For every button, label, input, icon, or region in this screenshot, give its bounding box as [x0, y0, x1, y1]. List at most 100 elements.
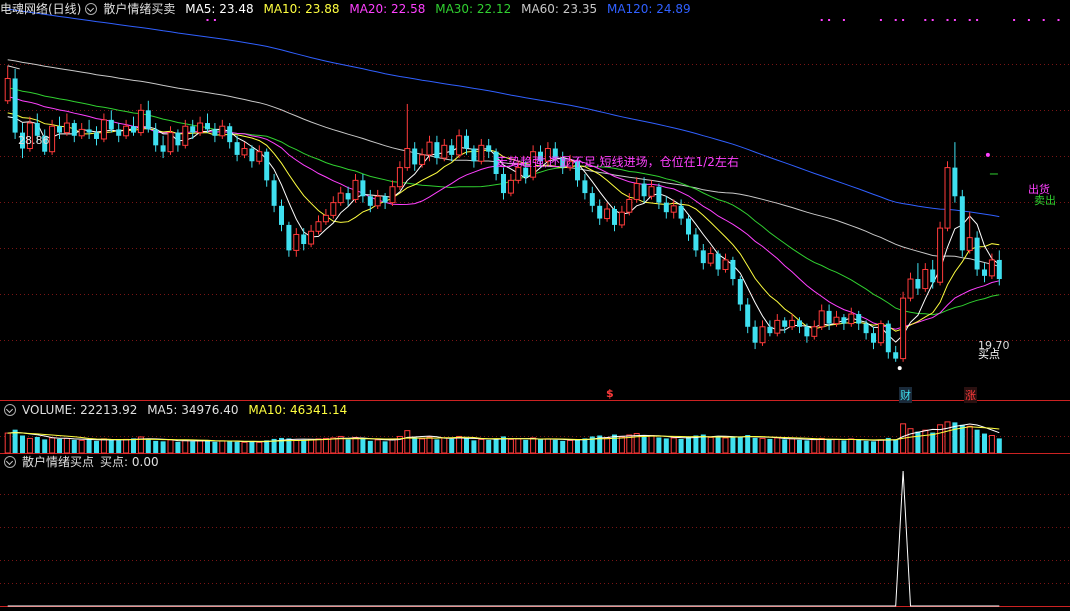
candle-body [915, 279, 921, 289]
candle-body [818, 310, 825, 328]
volume-bar [618, 436, 625, 454]
candle-body [256, 151, 263, 162]
ma120-value: MA120: 24.89 [606, 2, 691, 16]
candle-body [618, 211, 625, 226]
volume-bar [877, 439, 884, 454]
candle-body [730, 259, 736, 280]
volume-bar [707, 436, 714, 454]
stock-title[interactable]: 电魂网络(日线) [0, 2, 81, 16]
candle-body [86, 129, 92, 133]
candle-body [715, 253, 721, 270]
candle-body [656, 186, 662, 203]
candle-body [988, 259, 995, 277]
volume-bar [145, 438, 151, 453]
candle-body [382, 196, 388, 203]
candle-body [293, 233, 300, 251]
signal-dot [1027, 19, 1030, 21]
candle-body [686, 218, 691, 235]
candle-body [100, 119, 107, 140]
signal-title[interactable]: 散户情绪买点 [22, 455, 94, 469]
candle-body [322, 214, 329, 223]
signal-value: 买点: 0.00 [100, 455, 159, 469]
candle-body [700, 250, 706, 264]
candle-body [922, 268, 929, 290]
volume-bar [322, 437, 329, 454]
candle-body [4, 77, 11, 102]
volume-bar [108, 439, 114, 453]
chevron-down-icon[interactable] [4, 455, 16, 468]
candle-body [434, 142, 440, 159]
candle-body [301, 234, 307, 245]
trend-note: 走势趋强,还显不足,短线进场，仓位在1/2左右 [496, 155, 739, 169]
volume-bar [752, 437, 758, 453]
volume-bar [974, 429, 980, 453]
candle-body [826, 310, 832, 324]
volume-bar [730, 436, 736, 453]
candle-body [944, 167, 951, 229]
volume-bar [922, 429, 929, 454]
candle-body [789, 319, 796, 328]
candle-body [693, 234, 699, 251]
volume-bar [507, 438, 514, 454]
candle-body [863, 323, 869, 334]
candle-body [308, 230, 315, 245]
volume-bar [330, 437, 337, 454]
volume-bar [426, 436, 433, 454]
volume-bar [907, 428, 914, 454]
candle-body [337, 192, 344, 204]
volume-bar [100, 438, 107, 454]
volume-bar [301, 439, 307, 453]
volume-ma10: MA10: 46341.14 [248, 403, 348, 417]
volume-bar [34, 436, 40, 453]
volume-bar [219, 440, 226, 454]
volume-bar [759, 437, 766, 454]
volume-bar [315, 438, 322, 454]
candle-body [352, 179, 359, 200]
signal-dot [894, 19, 897, 21]
candle-body [78, 128, 85, 137]
candle-body [582, 180, 588, 194]
candle-body [367, 196, 373, 206]
signal-dot [953, 19, 956, 21]
candle-body [160, 145, 166, 152]
volume-bar [567, 439, 574, 454]
candle-body [670, 205, 677, 213]
candle-body [486, 145, 492, 152]
signal-dot [206, 19, 209, 21]
volume-bar [227, 441, 233, 453]
volume-bar [988, 435, 995, 454]
signal-dot [828, 19, 831, 21]
volume-bar [804, 440, 810, 453]
volume-bar [256, 441, 263, 454]
volume-ma5: MA5: 34976.40 [147, 403, 239, 417]
volume-bar [670, 437, 677, 454]
volume-bar [493, 438, 499, 453]
volume-bar [641, 436, 647, 453]
price-header: 电魂网络(日线) 散户情绪买卖 MA5: 23.48 MA10: 23.88 MA… [0, 0, 697, 18]
candle-body [767, 326, 773, 334]
chevron-down-icon[interactable] [4, 403, 16, 416]
volume-bar [544, 438, 551, 454]
candle-body [374, 195, 381, 207]
signal-dot [902, 19, 905, 21]
candle-body [441, 144, 448, 159]
ma10-value: MA10: 23.88 [263, 2, 340, 16]
candle-body [116, 129, 122, 136]
indicator-name[interactable]: 散户情绪买卖 [103, 2, 175, 16]
volume-bar [434, 439, 440, 453]
candle-body [597, 205, 603, 219]
candle-body [589, 193, 595, 206]
volume-value: VOLUME: 22213.92 [22, 403, 138, 417]
candle-body [507, 179, 514, 194]
candle-body [930, 269, 936, 283]
volume-bar [996, 438, 1002, 453]
volume-bar [818, 437, 825, 454]
volume-bar [367, 440, 373, 453]
volume-bar [848, 438, 855, 454]
candle-body [396, 167, 403, 188]
chevron-down-icon[interactable] [85, 2, 98, 15]
candle-body [952, 167, 958, 197]
high-price-pointer [7, 65, 20, 70]
volume-bar [241, 441, 248, 454]
high-price-label: 28.86 [18, 134, 50, 147]
